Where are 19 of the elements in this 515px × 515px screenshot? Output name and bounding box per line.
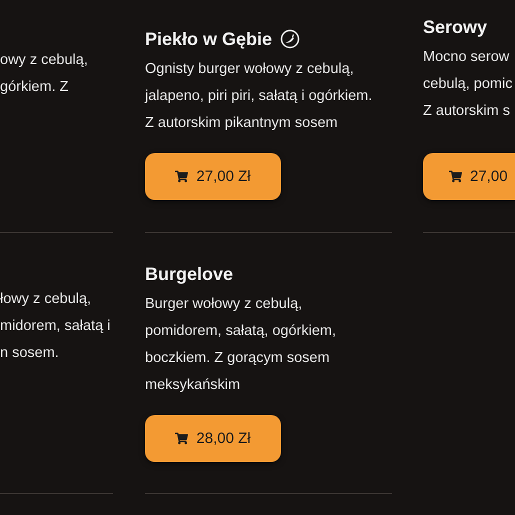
item-title: Serowy: [423, 16, 488, 38]
description-line: górkiem. Z: [0, 78, 70, 97]
description-line: Z autorskim s: [423, 102, 512, 121]
price-button[interactable]: 28,00 Zł: [145, 415, 281, 462]
description-line: midorem, sałatą i: [0, 317, 112, 336]
item-description: Burger wołowy z cebulą, pomidorem, sałatą, ogórkiem, boczkiem. Z gorącym sosem meksykańskim: [145, 295, 337, 395]
description-line: łowy z cebulą,: [0, 290, 92, 309]
item-title: Burgelove: [145, 263, 234, 285]
item-description: Ognisty burger wołowy z cebulą, jalapeno, piri piri, sałatą i ogórkiem. Z autorskim pikantnym sosem: [145, 60, 374, 133]
price-button[interactable]: 27,00: [423, 153, 515, 200]
cart-icon: [449, 170, 462, 183]
cart-icon: [175, 170, 188, 183]
cart-icon: [175, 432, 188, 445]
description-line: Mocno serow: [423, 48, 510, 67]
price-button[interactable]: 27,00 Zł: [145, 153, 281, 200]
description-line: owy z cebulą,: [0, 51, 89, 70]
description-line: n sosem.: [0, 344, 60, 363]
item-title: Piekło w Gębie: [145, 28, 272, 50]
description-line: cebulą, pomic: [423, 75, 514, 94]
